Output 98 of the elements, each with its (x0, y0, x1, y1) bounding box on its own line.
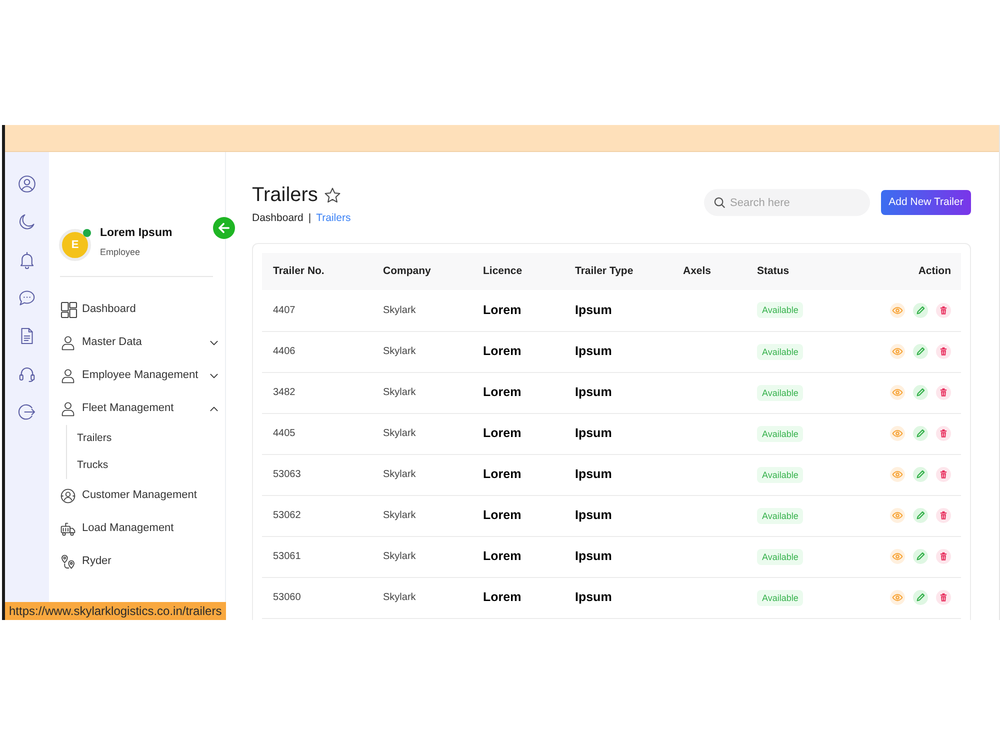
table-cell: Ipsum (564, 331, 672, 372)
search-icon (714, 197, 725, 208)
status-badge: Available (757, 302, 804, 318)
breadcrumb-separator: | (308, 211, 312, 225)
table-cell: 4407 (262, 290, 372, 331)
status-badge: Available (757, 426, 804, 442)
column-header: Company (372, 253, 472, 290)
table-cell: Ipsum (564, 577, 672, 618)
table-cell: 53063 (262, 454, 372, 495)
status-badge: Available (757, 344, 804, 360)
page-title: Trailers (252, 183, 318, 208)
trash-icon[interactable] (936, 548, 951, 564)
status-badge: Available (757, 548, 804, 564)
table-cell: Skylark (372, 495, 472, 536)
bell-icon[interactable] (18, 251, 36, 269)
table-cell: 4405 (262, 413, 372, 454)
user-circle-icon (60, 488, 76, 504)
avatar: E (59, 229, 91, 261)
table-cell: Ipsum (564, 536, 672, 577)
trash-icon[interactable] (936, 302, 951, 318)
user-name: Lorem Ipsum (100, 226, 172, 240)
add-trailer-button[interactable]: Add New Trailer (881, 190, 971, 215)
status-bar-url: https://www.skylarklogistics.co.in/trailers (5, 602, 226, 620)
table-cell: Lorem (472, 290, 564, 331)
submenu-item[interactable]: Trucks (77, 458, 108, 474)
pencil-icon[interactable] (913, 384, 928, 400)
table-cell: Lorem (472, 577, 564, 618)
table-cell: Skylark (372, 290, 472, 331)
table-cell: 4406 (262, 331, 372, 372)
column-header: Trailer Type (564, 253, 672, 290)
table-cell: Lorem (472, 413, 564, 454)
pencil-icon[interactable] (913, 302, 928, 318)
logout-icon[interactable] (18, 403, 36, 421)
pencil-icon[interactable] (913, 548, 928, 564)
table-cell: Lorem (472, 536, 564, 577)
table-cell: 53060 (262, 577, 372, 618)
table-cell: Skylark (372, 331, 472, 372)
headset-icon[interactable] (18, 365, 36, 383)
trash-icon[interactable] (936, 466, 951, 482)
user-circle-icon[interactable] (18, 175, 36, 193)
status-badge: Available (757, 384, 804, 400)
table-cell: Ipsum (564, 372, 672, 413)
status-badge: Available (757, 466, 804, 482)
table-cell: 53061 (262, 536, 372, 577)
table-cell: Skylark (372, 536, 472, 577)
user-role: Employee (100, 246, 142, 258)
pencil-icon[interactable] (913, 344, 928, 359)
column-header: Licence (472, 253, 564, 290)
search-field[interactable]: Search here (704, 189, 870, 216)
sidebar-item[interactable]: Employee Management (60, 364, 209, 386)
column-header: Axels (672, 253, 746, 290)
table-cell: Ipsum (564, 495, 672, 536)
trash-icon[interactable] (936, 590, 951, 605)
trash-icon[interactable] (936, 426, 951, 441)
sidebar-item[interactable]: Dashboard (60, 298, 219, 320)
pencil-icon[interactable] (913, 590, 928, 605)
table-cell: Skylark (372, 413, 472, 454)
table-cell: Ipsum (564, 413, 672, 454)
table-cell: Ipsum (564, 290, 672, 331)
pencil-icon[interactable] (913, 466, 928, 482)
breadcrumb-link[interactable]: Dashboard (252, 211, 304, 225)
table-cell: Skylark (372, 577, 472, 618)
truck-icon (60, 520, 76, 536)
table-cell: Lorem (472, 454, 564, 495)
document-icon[interactable] (18, 327, 36, 345)
sidebar-item[interactable]: Load Management (60, 518, 219, 540)
column-header: Action (861, 253, 961, 290)
pencil-icon[interactable] (913, 508, 928, 523)
map-pins-icon (60, 554, 76, 570)
user-icon (60, 400, 76, 416)
trash-icon[interactable] (936, 508, 951, 523)
trash-icon[interactable] (936, 384, 951, 400)
sidebar-item[interactable]: Fleet Management (60, 398, 209, 420)
star-icon[interactable] (324, 186, 341, 204)
table-cell: Lorem (472, 331, 564, 372)
table-cell: 53062 (262, 495, 372, 536)
sidebar-item[interactable]: Customer Management (60, 484, 219, 506)
sidebar-item[interactable]: Ryder (60, 550, 219, 572)
status-badge: Available (757, 508, 804, 524)
status-badge: Available (757, 590, 804, 606)
table-cell: Skylark (372, 372, 472, 413)
sidebar-item[interactable]: Master Data (60, 332, 209, 354)
moon-icon[interactable] (18, 213, 36, 231)
user-icon (60, 368, 76, 384)
table-cell: Skylark (372, 454, 472, 495)
table-cell: Lorem (472, 372, 564, 413)
column-header: Status (746, 253, 861, 290)
user-icon (60, 334, 76, 350)
table-cell: 3482 (262, 372, 372, 413)
table-cell: Lorem (472, 495, 564, 536)
submenu-item[interactable]: Trailers (77, 430, 112, 446)
breadcrumb-current: Trailers (316, 211, 351, 225)
dashboard-icon (60, 300, 78, 318)
trash-icon[interactable] (936, 344, 951, 359)
column-header: Trailer No. (262, 253, 372, 290)
pencil-icon[interactable] (913, 426, 928, 441)
chat-icon[interactable] (18, 289, 36, 307)
table-cell: Ipsum (564, 454, 672, 495)
